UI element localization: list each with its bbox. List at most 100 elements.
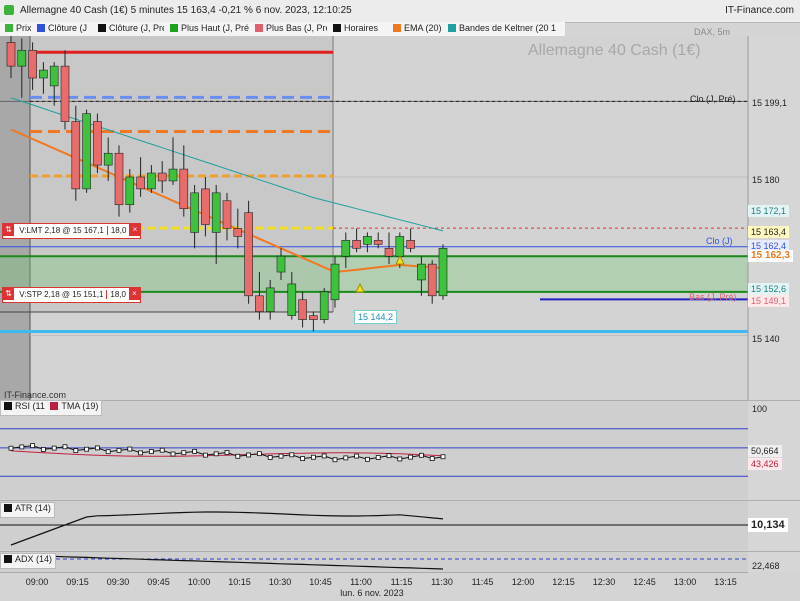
rsi-point (321, 453, 327, 459)
legend-item[interactable]: Clôture (J, Pré (95, 23, 164, 35)
rsi-point (375, 455, 381, 460)
price-label-order-limit: 15 163,4 (748, 226, 790, 238)
legend-label: Clôture (J (48, 23, 88, 33)
time-tick-label: 13:15 (714, 577, 737, 587)
price-label-keltner-dn: 15 152,6 (748, 283, 790, 295)
rsi-point (116, 447, 122, 453)
time-tick-label: 10:30 (268, 577, 292, 587)
watermark: IT-Finance.com (4, 390, 67, 400)
time-tick-label: 12:30 (592, 577, 616, 587)
rsi-point (84, 446, 89, 452)
candle-body (17, 49, 27, 67)
candle-body (28, 49, 37, 79)
candle-body (427, 263, 437, 297)
legend-item[interactable]: Plus Haut (J, Pré (167, 23, 249, 35)
adx-panel[interactable] (0, 551, 800, 572)
rsi-point (181, 450, 187, 456)
price-chart[interactable] (0, 36, 800, 400)
time-tick-label: 11:00 (350, 577, 372, 587)
legend-bar: Prix Clôture (J Clôture (J, Pré Plus Haut (… (0, 22, 565, 37)
time-tick-label: 11:45 (471, 577, 494, 587)
candle-body (190, 192, 199, 233)
atr-legend: ATR (14) (0, 502, 55, 518)
candle-body (244, 212, 253, 297)
bas-prev-annotation: Bas (J, Pré) (689, 292, 737, 302)
time-tick-label: 10:45 (309, 577, 332, 587)
legend-item[interactable]: Prix (2, 23, 31, 35)
rsi-point (408, 454, 414, 460)
candle-body (417, 263, 426, 281)
candle-body (287, 283, 297, 316)
legend-item[interactable]: Horaires (330, 23, 387, 35)
price-axis-area (748, 36, 800, 400)
rsi-point (105, 449, 111, 455)
candle-body (157, 172, 167, 182)
candle-body (211, 192, 221, 233)
legend-label: EMA (20) (404, 23, 442, 33)
rsi-point (73, 448, 79, 453)
legend-label: Prix (16, 23, 31, 33)
rsi-point (267, 455, 273, 460)
time-tick-label: 12:45 (633, 577, 656, 587)
order-handle-icon[interactable]: ⇅ (3, 224, 14, 236)
clo-prev-annotation: Clo (J, Pré) (690, 94, 736, 104)
rsi-point (148, 449, 154, 454)
legend-swatch (170, 24, 178, 32)
tma-swatch (50, 402, 59, 410)
legend-label: Plus Haut (J, Pré (181, 23, 249, 33)
adx-swatch (4, 555, 12, 563)
close-order-icon[interactable]: × (129, 224, 141, 236)
rsi-point (364, 456, 370, 462)
time-tick-label: 13:00 (673, 577, 697, 587)
candle-body (406, 240, 415, 249)
candle-body (6, 42, 16, 67)
order-handle-icon[interactable]: ⇅ (3, 288, 14, 300)
legend-item[interactable]: Bandes de Keltner (20 1 (445, 23, 560, 35)
clo-j-annotation: Clo (J) (706, 236, 733, 246)
candle-body (255, 295, 264, 312)
legend-swatch (393, 24, 401, 32)
time-axis[interactable]: 09:00 09:15 09:30 09:45 10:00 10:15 10:30 10:45… (0, 572, 748, 601)
chart-symbol: DAX, 5m (694, 27, 731, 37)
price-label-bas-prev: 15 149,1 (748, 295, 790, 307)
price-label-keltner-up: 15 172,1 (748, 205, 790, 217)
rsi-point (354, 453, 360, 459)
time-tick-label: 12:15 (552, 577, 575, 587)
candle-body (147, 172, 156, 190)
legend-label: Plus Bas (J, Pré (266, 23, 327, 33)
time-tick-label: 10:15 (228, 577, 251, 587)
legend-item[interactable]: Plus Bas (J, Pré (252, 23, 327, 35)
time-tick-label: 09:45 (147, 577, 170, 587)
time-tick-label: 09:30 (106, 577, 130, 587)
rsi-point (41, 446, 46, 452)
candle-body (60, 65, 70, 122)
rsi-point (397, 456, 403, 462)
stop-order[interactable]: ⇅ V:STP 2,18 @ 15 151,1 18,0 × (2, 287, 141, 303)
atr-panel[interactable] (0, 500, 800, 550)
legend-item[interactable]: EMA (20) (390, 23, 442, 35)
adx-value: 22,468 (752, 561, 780, 571)
chart-instrument: Allemagne 40 Cash (1€) (528, 42, 701, 59)
price-label-clo-prev: 15 199,1 (752, 98, 788, 108)
rsi-point (170, 451, 176, 457)
candle-body (39, 69, 48, 79)
time-tick-label: 11:30 (431, 577, 453, 587)
legend-item[interactable]: Clôture (J (34, 23, 92, 35)
candle-body (265, 287, 275, 312)
rsi-panel[interactable] (0, 400, 800, 499)
close-order-icon[interactable]: × (129, 288, 140, 300)
rsi-point (62, 444, 68, 450)
legend-label: Clôture (J, Pré (109, 23, 164, 33)
pre-session-shade (0, 36, 30, 400)
rsi-point (310, 454, 316, 460)
candle-body (373, 240, 383, 245)
candle-body (125, 176, 135, 206)
rsi-point (289, 452, 295, 458)
rsi-swatch (4, 402, 12, 410)
rsi-background (0, 400, 748, 499)
atr-swatch (4, 504, 12, 512)
legend-swatch (98, 24, 106, 32)
low-marker-label: 15 144,2 (354, 310, 398, 324)
rsi-point (440, 454, 446, 460)
limit-order[interactable]: ⇅ V:LMT 2,18 @ 15 167,1 18,0 × (2, 223, 142, 239)
